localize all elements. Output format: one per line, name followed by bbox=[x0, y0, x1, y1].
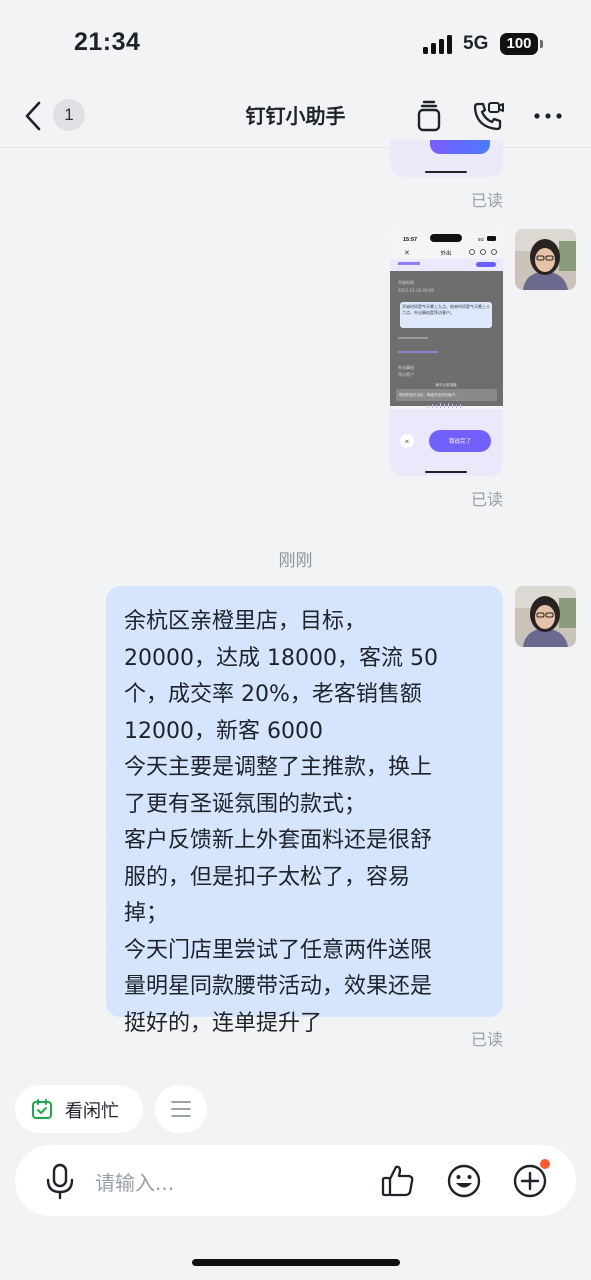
thumb-listening: 我可以说话哦 bbox=[436, 382, 457, 387]
read-receipt: 已读 bbox=[470, 191, 503, 210]
avatar-photo bbox=[515, 229, 576, 290]
previous-confirm-pill bbox=[430, 140, 490, 154]
read-receipt: 已读 bbox=[470, 1030, 503, 1049]
thumb-reason-label: 外出事由 bbox=[398, 364, 414, 370]
message-line: 量明星同款腰带活动，效果还是 bbox=[124, 974, 433, 999]
thumb-network: 5G bbox=[478, 237, 485, 242]
message-input[interactable]: 请输入... bbox=[95, 1167, 174, 1196]
battery-tip bbox=[540, 40, 543, 48]
svg-text:✕: ✕ bbox=[404, 439, 409, 446]
voice-input-button[interactable] bbox=[40, 1161, 80, 1201]
chat-header: 1 钉钉小助手 bbox=[0, 88, 591, 148]
avatar-photo bbox=[515, 586, 576, 647]
home-indicator bbox=[192, 1259, 400, 1266]
message-line: 余杭区亲橙里店，目标， bbox=[124, 609, 367, 634]
previous-image-message[interactable] bbox=[390, 140, 503, 177]
message-line: 客户反馈新上外套面料还是很舒 bbox=[124, 828, 433, 853]
thumb-reason-value: 拜访客户 bbox=[398, 371, 414, 377]
message-line: 掉； bbox=[124, 901, 169, 926]
message-line: 了更有圣诞氛围的款式； bbox=[124, 791, 367, 817]
menu-icon bbox=[171, 1101, 191, 1117]
notification-dot bbox=[540, 1159, 550, 1169]
thumb-title: 外出 bbox=[440, 249, 451, 257]
message-line: 服的，但是扣子太松了，容易 bbox=[124, 864, 411, 890]
stack-icon bbox=[417, 100, 441, 132]
call-button[interactable] bbox=[470, 98, 506, 134]
message-timestamp: 刚刚 bbox=[278, 551, 313, 571]
status-bar: 21:34 5G 100 bbox=[0, 0, 591, 88]
status-time: 21:34 bbox=[74, 28, 141, 56]
svg-text:✕: ✕ bbox=[404, 249, 410, 257]
availability-chip[interactable]: 看闲忙 bbox=[15, 1085, 143, 1133]
microphone-icon bbox=[46, 1163, 74, 1200]
thumb-tip: 明天的拒外出后，嘴南东亚拜访客户。 bbox=[399, 392, 459, 397]
read-receipt: 已读 bbox=[470, 490, 503, 509]
thumb-confirm: 我说完了 bbox=[449, 437, 471, 445]
thumb-field-label: 开始时间 bbox=[398, 279, 414, 285]
thumb-tooltip: 开始时间是今天晚上九点，结束时间是今天晚上十六点，外出事由是拜访客户。 bbox=[402, 304, 490, 315]
previous-home-bar bbox=[425, 171, 467, 173]
thumb-field-value: 2025-11-26 09:00 bbox=[398, 288, 435, 293]
signal-icon bbox=[423, 34, 455, 54]
availability-label: 看闲忙 bbox=[65, 1101, 119, 1122]
battery-icon: 100 bbox=[500, 33, 538, 55]
phone-video-icon bbox=[473, 102, 504, 131]
screenshot-thumbnail: 15:57 5G ✕ 外出 开始时间 2025-11-26 09:00 开始时间… bbox=[390, 229, 503, 476]
avatar[interactable] bbox=[515, 229, 576, 290]
message-line: 今天门店里尝试了任意两件送限 bbox=[124, 937, 433, 963]
shortcut-menu-button[interactable] bbox=[155, 1085, 207, 1133]
like-button[interactable] bbox=[378, 1161, 418, 1201]
screenshot-image-message[interactable]: 15:57 5G ✕ 外出 开始时间 2025-11-26 09:00 开始时间… bbox=[390, 229, 503, 476]
message-line: 今天主要是调整了主推款，换上 bbox=[124, 755, 433, 780]
emoji-icon bbox=[447, 1164, 481, 1198]
message-line: 挺好的，连单提升了 bbox=[124, 1010, 323, 1036]
avatar[interactable] bbox=[515, 586, 576, 647]
add-attachment-button[interactable] bbox=[510, 1159, 550, 1201]
calendar-check-icon bbox=[32, 1099, 52, 1119]
thumbs-up-icon bbox=[381, 1165, 414, 1197]
network-type: 5G bbox=[463, 33, 489, 54]
text-message-bubble[interactable]: 余杭区亲橙里店，目标， 20000，达成 18000，客流 50 个，成交率 2… bbox=[106, 586, 503, 1036]
message-line: 个，成交率 20%，老客销售额 bbox=[124, 682, 422, 707]
message-line: 12000，新客 6000 bbox=[124, 718, 323, 744]
emoji-button[interactable] bbox=[444, 1161, 484, 1201]
message-input-bar: 请输入... bbox=[15, 1145, 576, 1216]
thumb-time: 15:57 bbox=[403, 237, 417, 243]
message-line: 20000，达成 18000，客流 50 bbox=[124, 645, 438, 671]
more-icon bbox=[534, 113, 562, 119]
more-button[interactable] bbox=[530, 98, 566, 134]
chat-stack-button[interactable] bbox=[411, 98, 447, 134]
